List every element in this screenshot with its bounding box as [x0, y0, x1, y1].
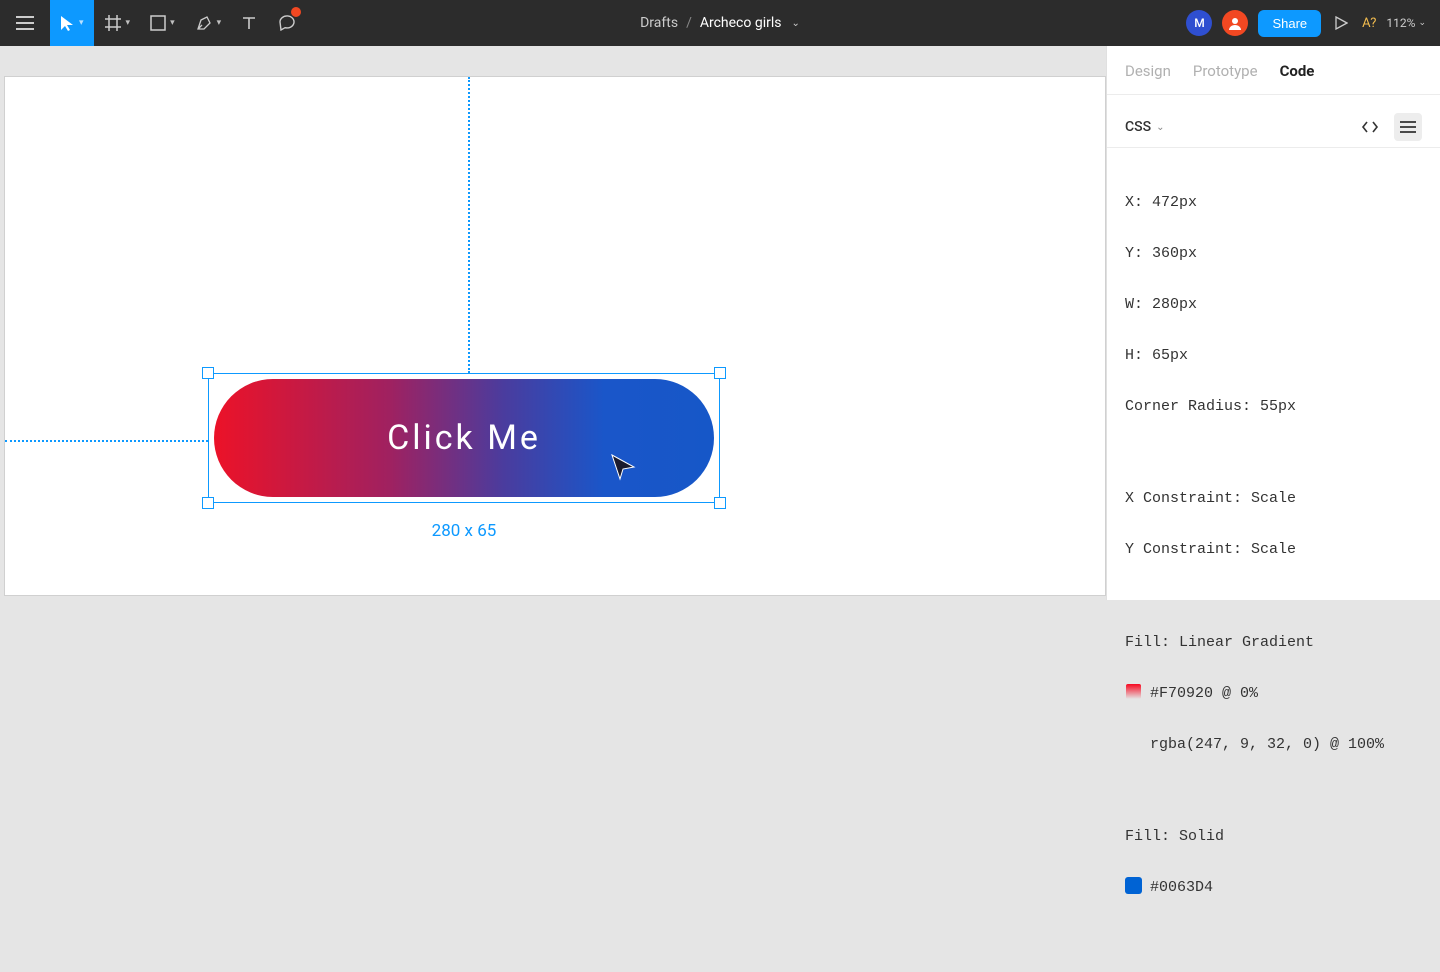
notification-dot-icon: [291, 7, 301, 17]
swatch-gradient-icon: [1125, 683, 1142, 700]
move-tool[interactable]: ▾: [50, 0, 94, 46]
table-view-toggle[interactable]: [1394, 113, 1422, 141]
inspector-tabs: Design Prototype Code: [1107, 46, 1440, 95]
person-icon: [1228, 16, 1242, 30]
selected-element[interactable]: Click Me 280 x 65: [208, 373, 720, 503]
chevron-down-icon[interactable]: ⌄: [791, 18, 799, 29]
avatar[interactable]: [1222, 10, 1248, 36]
tab-code[interactable]: Code: [1280, 62, 1315, 80]
comment-tool[interactable]: [267, 0, 307, 46]
breadcrumb-folder[interactable]: Drafts: [640, 15, 678, 31]
code-brackets-icon: [1361, 120, 1379, 134]
prop-w: W: 280px: [1125, 292, 1422, 318]
resize-handle-br[interactable]: [714, 497, 726, 509]
top-toolbar: ▾ ▾ ▾ ▾ Drafts / Archeco girls ⌄ M Share…: [0, 0, 1440, 46]
present-button[interactable]: [1331, 16, 1352, 30]
prop-x: X: 472px: [1125, 190, 1422, 216]
missing-fonts-badge[interactable]: A?: [1362, 16, 1376, 31]
prop-corner-radius: Corner Radius: 55px: [1125, 394, 1422, 420]
code-language-row: CSS ⌄: [1107, 95, 1440, 148]
breadcrumb[interactable]: Drafts / Archeco girls ⌄: [640, 15, 800, 31]
square-icon: [150, 15, 166, 31]
share-button[interactable]: Share: [1258, 10, 1321, 37]
prop-fill-solid: Fill: Solid: [1125, 824, 1422, 850]
pen-icon: [195, 14, 213, 32]
swatch-solid-icon: [1125, 877, 1142, 894]
chevron-down-icon: ▾: [126, 18, 131, 28]
inspector-panel: Design Prototype Code CSS ⌄ X: 472px Y: …: [1106, 46, 1440, 600]
text-tool[interactable]: [231, 0, 267, 46]
breadcrumb-separator: /: [686, 15, 692, 31]
alignment-guide-vertical: [468, 77, 470, 373]
prop-gradient-stop-0: #F70920 @ 0%: [1125, 681, 1422, 707]
list-icon: [1400, 121, 1416, 133]
prop-gradient-stop-1: rgba(247, 9, 32, 0) @ 100%: [1125, 732, 1422, 758]
tab-prototype[interactable]: Prototype: [1193, 62, 1258, 80]
code-view-toggle[interactable]: [1356, 113, 1384, 141]
chevron-down-icon: ⌄: [1156, 122, 1164, 133]
shape-tool[interactable]: ▾: [140, 0, 185, 46]
prop-y-constraint: Y Constraint: Scale: [1125, 537, 1422, 563]
pen-tool[interactable]: ▾: [185, 0, 232, 46]
canvas-frame[interactable]: Click Me 280 x 65: [4, 76, 1106, 596]
frame-tool[interactable]: ▾: [94, 0, 141, 46]
zoom-control[interactable]: 112% ⌄: [1386, 16, 1426, 30]
alignment-guide-horizontal: [5, 440, 208, 442]
chevron-down-icon: ⌄: [1418, 18, 1426, 28]
tab-design[interactable]: Design: [1125, 62, 1171, 80]
prop-y: Y: 360px: [1125, 241, 1422, 267]
hamburger-icon: [16, 16, 34, 30]
chevron-down-icon: ▾: [170, 18, 175, 28]
frame-icon: [104, 14, 122, 32]
breadcrumb-document[interactable]: Archeco girls: [700, 15, 782, 31]
prop-solid-color: #0063D4: [1125, 875, 1422, 901]
resize-handle-tr[interactable]: [714, 367, 726, 379]
prop-x-constraint: X Constraint: Scale: [1125, 486, 1422, 512]
text-icon: [241, 15, 257, 31]
chevron-down-icon: ▾: [79, 18, 84, 28]
selection-outline: [208, 373, 720, 503]
prop-h: H: 65px: [1125, 343, 1422, 369]
zoom-value: 112%: [1386, 16, 1415, 30]
main-menu-button[interactable]: [0, 0, 50, 46]
code-language-label: CSS: [1125, 119, 1151, 135]
selection-dimensions-label: 280 x 65: [208, 521, 720, 541]
prop-fill-gradient: Fill: Linear Gradient: [1125, 630, 1422, 656]
code-language-select[interactable]: CSS ⌄: [1125, 119, 1164, 135]
code-properties[interactable]: X: 472px Y: 360px W: 280px H: 65px Corne…: [1107, 148, 1440, 972]
play-icon: [1335, 16, 1348, 30]
avatar[interactable]: M: [1186, 10, 1212, 36]
canvas-workspace[interactable]: Click Me 280 x 65: [0, 46, 1106, 600]
resize-handle-tl[interactable]: [202, 367, 214, 379]
chevron-down-icon: ▾: [217, 18, 222, 28]
toolbar-right-cluster: M Share A? 112% ⌄: [1186, 10, 1440, 37]
resize-handle-bl[interactable]: [202, 497, 214, 509]
cursor-icon: [60, 15, 75, 32]
